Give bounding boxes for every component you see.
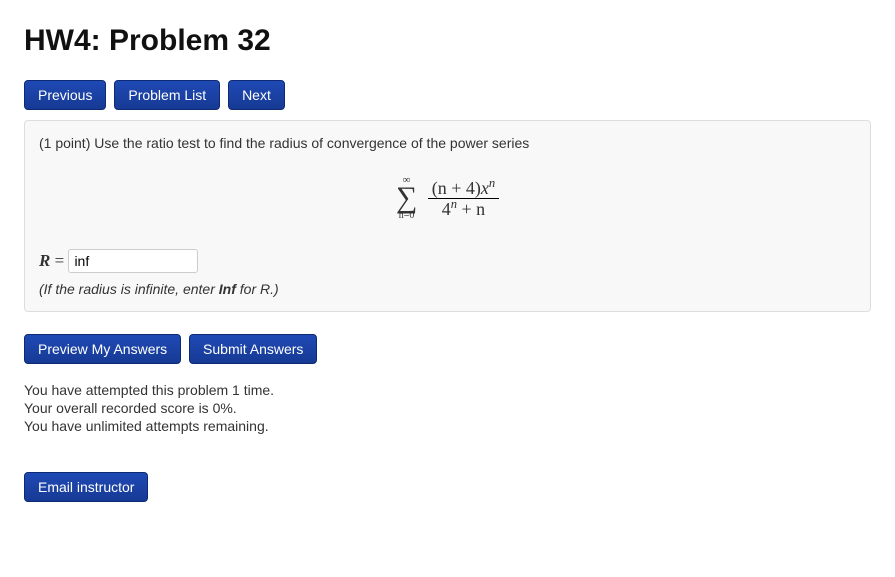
hint-text: (If the radius is infinite, enter Inf fo… <box>39 281 856 297</box>
email-row: Email instructor <box>24 472 871 502</box>
status-remaining: You have unlimited attempts remaining. <box>24 418 871 434</box>
denominator-tail: + n <box>457 199 485 219</box>
page-title: HW4: Problem 32 <box>24 24 871 58</box>
next-button[interactable]: Next <box>228 80 285 110</box>
status-attempted: You have attempted this problem 1 time. <box>24 382 871 398</box>
power-series-formula: ∞ ∑ n=0 (n + 4)xn 4n + n <box>39 175 856 221</box>
hint-bold: Inf <box>219 281 236 297</box>
email-instructor-button[interactable]: Email instructor <box>24 472 148 502</box>
numerator-exp: n <box>489 176 495 190</box>
previous-button[interactable]: Previous <box>24 80 106 110</box>
status-score: Your overall recorded score is 0%. <box>24 400 871 416</box>
preview-answers-button[interactable]: Preview My Answers <box>24 334 181 364</box>
sigma-icon: ∑ <box>396 184 417 212</box>
problem-prompt: (1 point) Use the ratio test to find the… <box>39 135 856 151</box>
hint-prefix: (If the radius is infinite, enter <box>39 281 219 297</box>
submit-answers-button[interactable]: Submit Answers <box>189 334 317 364</box>
radius-input[interactable] <box>68 249 198 273</box>
answer-equals: = <box>50 251 68 270</box>
nav-buttons: Previous Problem List Next <box>24 80 871 110</box>
denominator-base: 4 <box>442 199 451 219</box>
sum-lower-bound: n=0 <box>396 211 417 221</box>
numerator-var: x <box>481 178 489 198</box>
problem-box: (1 point) Use the ratio test to find the… <box>24 120 871 312</box>
answer-row: R = <box>39 249 856 273</box>
numerator-coeff: (n + 4) <box>432 178 481 198</box>
hint-suffix: for R.) <box>236 281 279 297</box>
action-buttons: Preview My Answers Submit Answers <box>24 334 871 364</box>
status-block: You have attempted this problem 1 time. … <box>24 382 871 434</box>
answer-variable: R <box>39 251 50 270</box>
problem-list-button[interactable]: Problem List <box>114 80 220 110</box>
